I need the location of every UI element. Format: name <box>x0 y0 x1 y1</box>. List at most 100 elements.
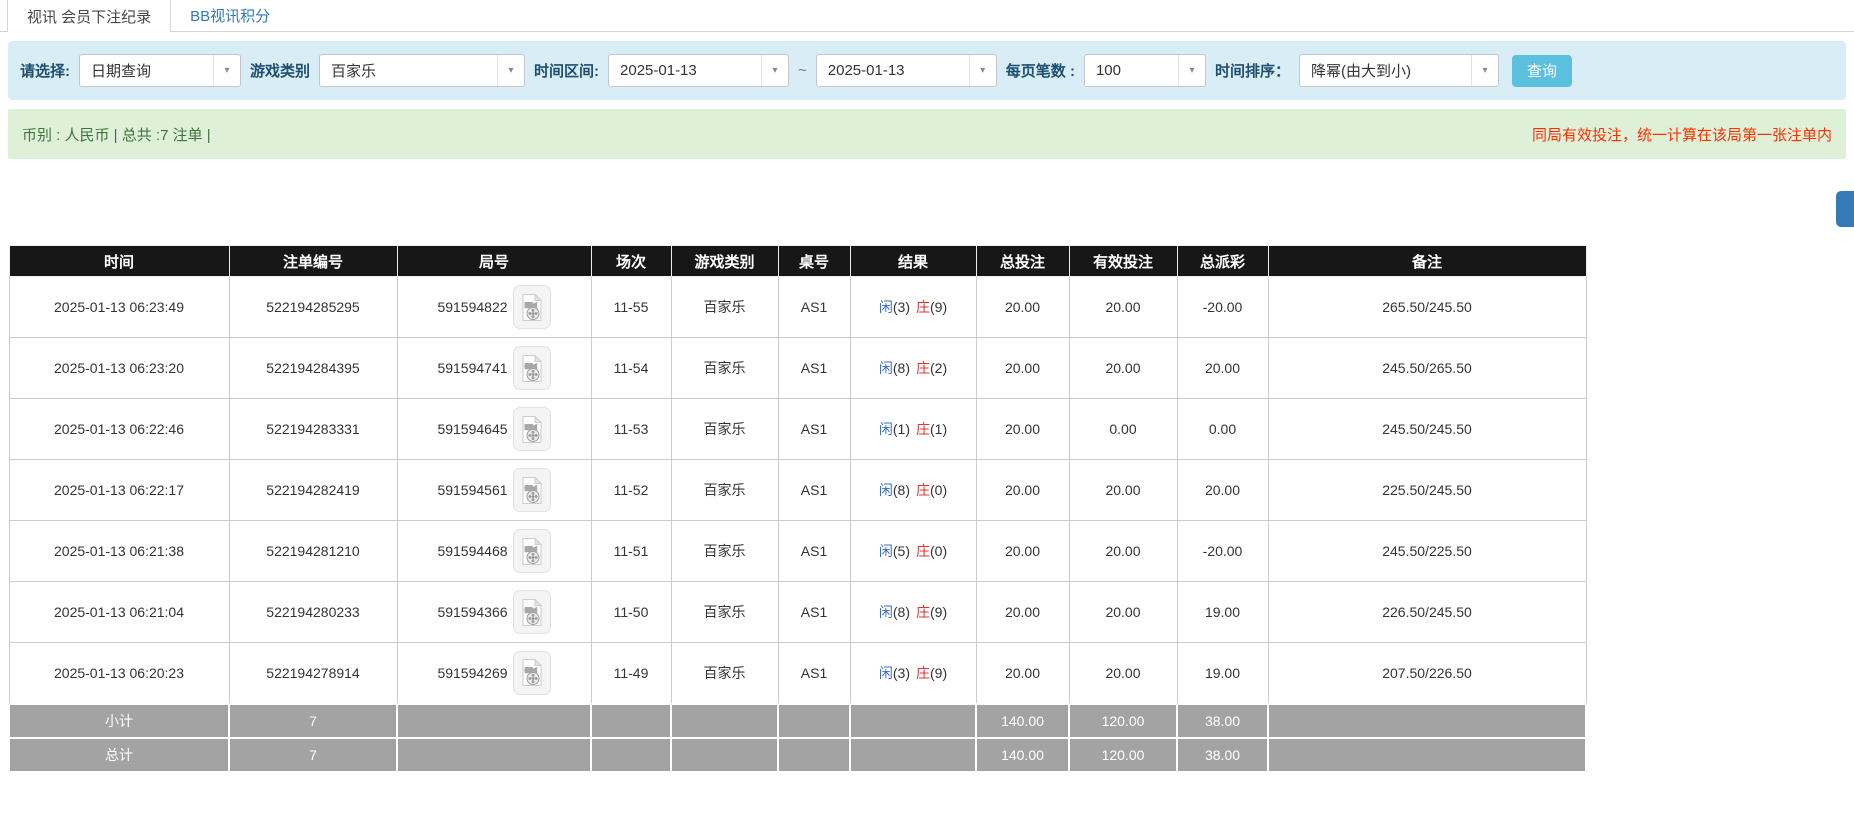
query-type-select[interactable]: 日期查询 ▾ <box>79 54 241 87</box>
total-valid-bet: 120.00 <box>1069 738 1177 772</box>
table-number: AS1 <box>778 338 850 399</box>
total-bet-link[interactable]: 20.00 <box>976 277 1069 338</box>
table-number: AS1 <box>778 582 850 643</box>
player-result: 闲 <box>879 665 893 681</box>
round-cell: 591594645 <box>397 399 591 460</box>
total-bet-link[interactable]: 20.00 <box>976 460 1069 521</box>
page-size-value: 100 <box>1085 62 1178 79</box>
page-size-label: 每页笔数 : <box>1006 60 1075 81</box>
total-bet-link[interactable]: 20.00 <box>976 521 1069 582</box>
table-row: 2025-01-13 06:23:20 522194284395 5915947… <box>9 338 1586 399</box>
bet-id: 522194283331 <box>229 399 397 460</box>
table-number: AS1 <box>778 460 850 521</box>
video-file-icon <box>520 354 544 383</box>
video-file-icon <box>520 415 544 444</box>
game-type: 百家乐 <box>671 582 778 643</box>
tab-bar: 视讯 会员下注纪录 BB视讯积分 <box>0 0 1854 32</box>
subtotal-row: 小计 7 140.00 120.00 38.00 <box>9 704 1586 738</box>
valid-bet: 20.00 <box>1069 521 1177 582</box>
total-bet-link[interactable]: 20.00 <box>976 582 1069 643</box>
column-header: 时间 <box>9 246 229 277</box>
table-row: 2025-01-13 06:22:17 522194282419 5915945… <box>9 460 1586 521</box>
query-type-label: 请选择: <box>20 60 70 81</box>
total-label: 总计 <box>9 738 229 772</box>
round-id: 591594741 <box>437 360 507 376</box>
payout: 20.00 <box>1177 460 1268 521</box>
bet-id: 522194281210 <box>229 521 397 582</box>
side-action-button[interactable] <box>1836 191 1854 227</box>
game-type: 百家乐 <box>671 643 778 704</box>
empty-cell <box>778 704 850 738</box>
query-button[interactable]: 查询 <box>1512 55 1572 87</box>
result-cell: 闲(8)庄(0) <box>850 460 976 521</box>
subtotal-count: 7 <box>229 704 397 738</box>
empty-cell <box>397 738 591 772</box>
total-bet-link[interactable]: 20.00 <box>976 399 1069 460</box>
date-to-select[interactable]: 2025-01-13 ▾ <box>816 54 997 87</box>
round-cell: 591594366 <box>397 582 591 643</box>
total-bet-link[interactable]: 20.00 <box>976 643 1069 704</box>
time-sort-value: 降幂(由大到小) <box>1300 60 1471 81</box>
valid-bet: 20.00 <box>1069 460 1177 521</box>
column-header: 备注 <box>1268 246 1586 277</box>
video-playback-button[interactable] <box>513 346 551 390</box>
table-body: 2025-01-13 06:23:49 522194285295 5915948… <box>9 277 1586 704</box>
table-number: AS1 <box>778 521 850 582</box>
player-result: 闲 <box>879 360 893 376</box>
bet-id: 522194284395 <box>229 338 397 399</box>
date-range-separator: ~ <box>798 62 807 79</box>
round-id: 591594645 <box>437 421 507 437</box>
remark: 245.50/265.50 <box>1268 338 1586 399</box>
table-row: 2025-01-13 06:21:38 522194281210 5915944… <box>9 521 1586 582</box>
video-playback-button[interactable] <box>513 285 551 329</box>
video-playback-button[interactable] <box>513 468 551 512</box>
player-score: (3) <box>893 299 910 315</box>
content-spacer <box>0 159 1854 245</box>
game-type-select[interactable]: 百家乐 ▾ <box>319 54 525 87</box>
game-type: 百家乐 <box>671 460 778 521</box>
banker-result: 庄 <box>916 299 930 315</box>
empty-cell <box>850 738 976 772</box>
tab-label: BB视讯积分 <box>190 5 270 26</box>
chevron-down-icon: ▾ <box>213 55 240 86</box>
payout: 0.00 <box>1177 399 1268 460</box>
player-result: 闲 <box>879 421 893 437</box>
session-number: 11-55 <box>591 277 671 338</box>
remark: 207.50/226.50 <box>1268 643 1586 704</box>
bet-id: 522194278914 <box>229 643 397 704</box>
result-cell: 闲(8)庄(2) <box>850 338 976 399</box>
tab-video-bet-records[interactable]: 视讯 会员下注纪录 <box>7 0 171 32</box>
banker-score: (9) <box>930 665 947 681</box>
chevron-down-icon: ▾ <box>1178 55 1205 86</box>
empty-cell <box>671 704 778 738</box>
banker-result: 庄 <box>916 543 930 559</box>
player-score: (8) <box>893 604 910 620</box>
total-bet-link[interactable]: 20.00 <box>976 338 1069 399</box>
banker-score: (9) <box>930 604 947 620</box>
date-from-select[interactable]: 2025-01-13 ▾ <box>608 54 789 87</box>
table-row: 2025-01-13 06:20:23 522194278914 5915942… <box>9 643 1586 704</box>
subtotal-payout: 38.00 <box>1177 704 1268 738</box>
chevron-down-icon: ▾ <box>497 55 524 86</box>
round-cell: 591594822 <box>397 277 591 338</box>
bet-id: 522194285295 <box>229 277 397 338</box>
banker-score: (2) <box>930 360 947 376</box>
video-playback-button[interactable] <box>513 529 551 573</box>
query-type-value: 日期查询 <box>80 60 213 81</box>
empty-cell <box>671 738 778 772</box>
bet-id: 522194282419 <box>229 460 397 521</box>
bet-time: 2025-01-13 06:22:17 <box>9 460 229 521</box>
round-cell: 591594269 <box>397 643 591 704</box>
player-result: 闲 <box>879 482 893 498</box>
time-sort-select[interactable]: 降幂(由大到小) ▾ <box>1299 54 1499 87</box>
page-size-select[interactable]: 100 ▾ <box>1084 54 1206 87</box>
video-playback-button[interactable] <box>513 651 551 695</box>
bet-time: 2025-01-13 06:21:38 <box>9 521 229 582</box>
session-number: 11-54 <box>591 338 671 399</box>
video-playback-button[interactable] <box>513 590 551 634</box>
tab-bb-video-points[interactable]: BB视讯积分 <box>171 0 289 31</box>
video-playback-button[interactable] <box>513 407 551 451</box>
video-file-icon <box>520 293 544 322</box>
player-score: (3) <box>893 665 910 681</box>
empty-cell <box>778 738 850 772</box>
